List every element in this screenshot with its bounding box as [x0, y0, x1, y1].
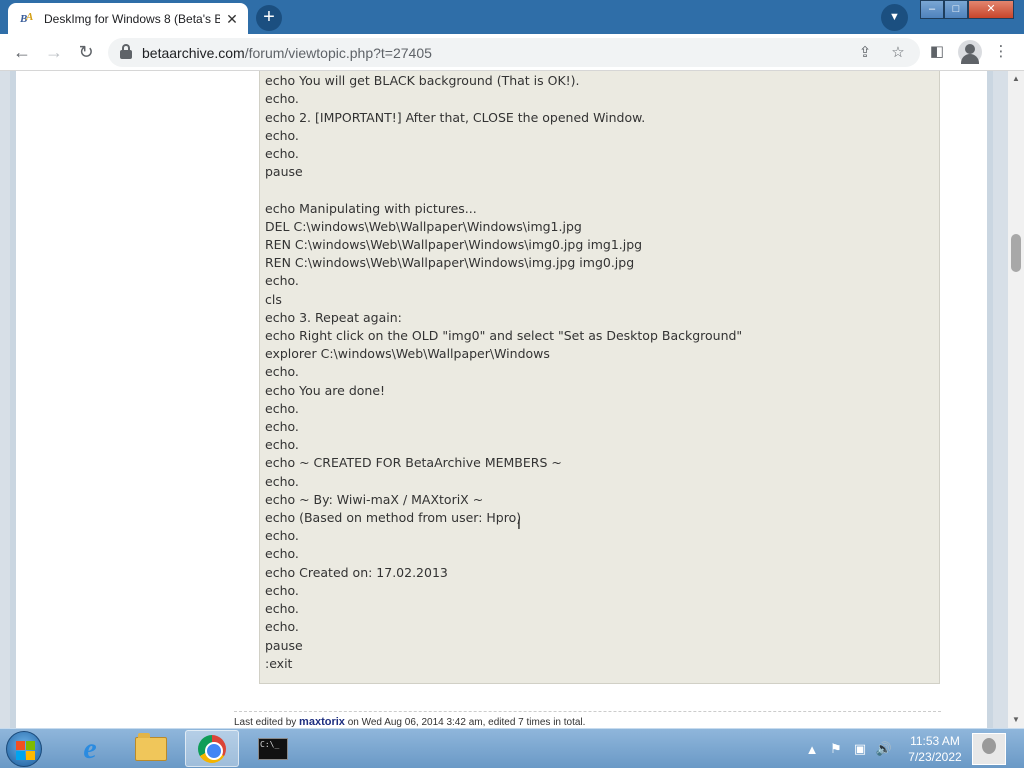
internet-explorer-icon: e: [83, 731, 97, 765]
code-content: echo 1. Right click on the NEW (Test) "i…: [265, 71, 800, 673]
code-line: echo.: [265, 473, 299, 489]
clock-time: 11:53 AM: [910, 734, 960, 748]
url-path: /forum/viewtopic.php?t=27405: [244, 45, 432, 61]
address-bar[interactable]: betaarchive.com/forum/viewtopic.php?t=27…: [108, 38, 920, 67]
code-line: echo (Based on method from user: Hpro): [265, 510, 522, 526]
network-icon[interactable]: ▣: [850, 741, 870, 757]
browser-toolbar: ← → ↻ betaarchive.com/forum/viewtopic.ph…: [0, 34, 1024, 71]
system-tray: ▲ ⚑ ▣ 🔊: [800, 729, 896, 768]
windows-logo-quad: [16, 751, 25, 760]
side-panel-icon[interactable]: ◧: [926, 41, 948, 63]
url-host: betaarchive.com: [142, 45, 245, 61]
code-line: echo You will get BLACK background (That…: [265, 73, 580, 89]
code-line: cls: [265, 291, 282, 307]
back-button[interactable]: ←: [10, 40, 34, 64]
taskbar-clock[interactable]: 11:53 AM 7/23/2022: [900, 733, 970, 765]
chrome-icon: [198, 734, 226, 763]
signature-divider: [234, 711, 941, 712]
browser-tab[interactable]: BA DeskImg for Windows 8 (Beta's B ✕: [8, 3, 248, 34]
window-controls: – □ ✕: [920, 0, 1014, 19]
text-cursor-icon: I: [517, 516, 521, 532]
code-line: echo.: [265, 364, 299, 380]
show-desktop-avatar-icon[interactable]: [972, 733, 1006, 765]
scroll-up-arrow-icon[interactable]: ▲: [1008, 71, 1024, 87]
code-line: echo.: [265, 619, 299, 635]
code-line: echo.: [265, 91, 299, 107]
share-icon[interactable]: ⇪: [855, 43, 875, 63]
code-line: echo.: [265, 437, 299, 453]
tab-close-icon[interactable]: ✕: [224, 11, 240, 27]
edit-notice-suffix: on Wed Aug 06, 2014 3:42 am, edited 7 ti…: [347, 717, 586, 728]
bookmark-star-icon[interactable]: ☆: [888, 43, 908, 63]
url-text[interactable]: betaarchive.com/forum/viewtopic.php?t=27…: [142, 45, 432, 61]
code-line: echo ~ CREATED FOR BetaArchive MEMBERS ~: [265, 455, 562, 471]
maximize-button[interactable]: □: [944, 0, 968, 19]
code-line: :exit: [265, 655, 293, 671]
vertical-scrollbar[interactable]: ▲ ▼: [1008, 71, 1024, 728]
volume-icon[interactable]: 🔊: [874, 741, 894, 757]
taskbar-internet-explorer[interactable]: e: [63, 730, 117, 767]
tab-title: DeskImg for Windows 8 (Beta's B: [44, 11, 220, 26]
edit-notice-prefix: Last edited by: [234, 717, 297, 728]
code-line: REN C:\windows\Web\Wallpaper\Windows\img…: [265, 255, 635, 271]
command-prompt-icon: C:\_: [258, 737, 288, 760]
profile-avatar-icon[interactable]: [958, 40, 982, 64]
code-line: echo Manipulating with pictures...: [265, 200, 477, 216]
code-line: echo.: [265, 546, 299, 562]
code-line: echo.: [265, 127, 299, 143]
windows-taskbar: e C:\_ ▲ ⚑ ▣ 🔊 11:53 AM 7/23/2022: [0, 728, 1024, 768]
new-tab-button[interactable]: +: [256, 5, 282, 31]
scroll-down-arrow-icon[interactable]: ▼: [1008, 712, 1024, 728]
show-hidden-icons-icon[interactable]: ▲: [802, 742, 822, 757]
code-line: echo You are done!: [265, 382, 386, 398]
menu-kebab-icon[interactable]: ⋮: [990, 41, 1012, 63]
taskbar-file-explorer[interactable]: [124, 730, 178, 767]
code-line: echo.: [265, 582, 299, 598]
reload-button[interactable]: ↻: [74, 40, 98, 64]
edited-by-user-link[interactable]: maxtorix: [299, 716, 345, 728]
windows-logo-icon: [16, 741, 25, 750]
code-line: echo.: [265, 273, 299, 289]
code-block: echo 1. Right click on the NEW (Test) "i…: [259, 71, 940, 684]
code-line: pause: [265, 637, 303, 653]
code-line: echo.: [265, 601, 299, 617]
code-line: echo Created on: 17.02.2013: [265, 564, 448, 580]
action-center-flag-icon[interactable]: ⚑: [826, 741, 846, 757]
code-line: echo.: [265, 400, 299, 416]
close-window-button[interactable]: ✕: [968, 0, 1014, 19]
windows-logo-quad: [26, 741, 35, 750]
code-line: echo ~ By: Wiwi-maX / MAXtoriX ~: [265, 491, 484, 507]
code-line: echo Right click on the OLD "img0" and s…: [265, 328, 743, 344]
code-line: DEL C:\windows\Web\Wallpaper\Windows\img…: [265, 218, 582, 234]
tab-search-button[interactable]: ▼: [881, 4, 908, 31]
code-line: echo.: [265, 146, 299, 162]
lock-icon[interactable]: [120, 44, 132, 60]
code-line: echo.: [265, 419, 299, 435]
code-line: echo 2. [IMPORTANT!] After that, CLOSE t…: [265, 109, 646, 125]
taskbar-command-prompt[interactable]: C:\_: [246, 730, 300, 767]
edit-notice: Last edited by maxtorix on Wed Aug 06, 2…: [234, 716, 585, 728]
browser-titlebar: BA DeskImg for Windows 8 (Beta's B ✕ + ▼…: [0, 0, 1024, 34]
minimize-button[interactable]: –: [920, 0, 944, 19]
start-button[interactable]: [6, 731, 42, 767]
clock-date: 7/23/2022: [908, 750, 962, 764]
code-line: pause: [265, 164, 303, 180]
scroll-thumb[interactable]: [1011, 234, 1021, 272]
folder-icon: [135, 732, 167, 761]
forward-button[interactable]: →: [42, 40, 66, 64]
code-line: explorer C:\windows\Web\Wallpaper\Window…: [265, 346, 550, 362]
code-line: REN C:\windows\Web\Wallpaper\Windows\img…: [265, 237, 643, 253]
code-line: echo 3. Repeat again:: [265, 309, 402, 325]
page-viewport: echo 1. Right click on the NEW (Test) "i…: [0, 71, 1008, 728]
code-line: echo.: [265, 528, 299, 544]
taskbar-chrome[interactable]: [185, 730, 239, 767]
betaarchive-favicon-icon: BA: [20, 10, 34, 25]
windows-logo-quad: [26, 751, 35, 760]
